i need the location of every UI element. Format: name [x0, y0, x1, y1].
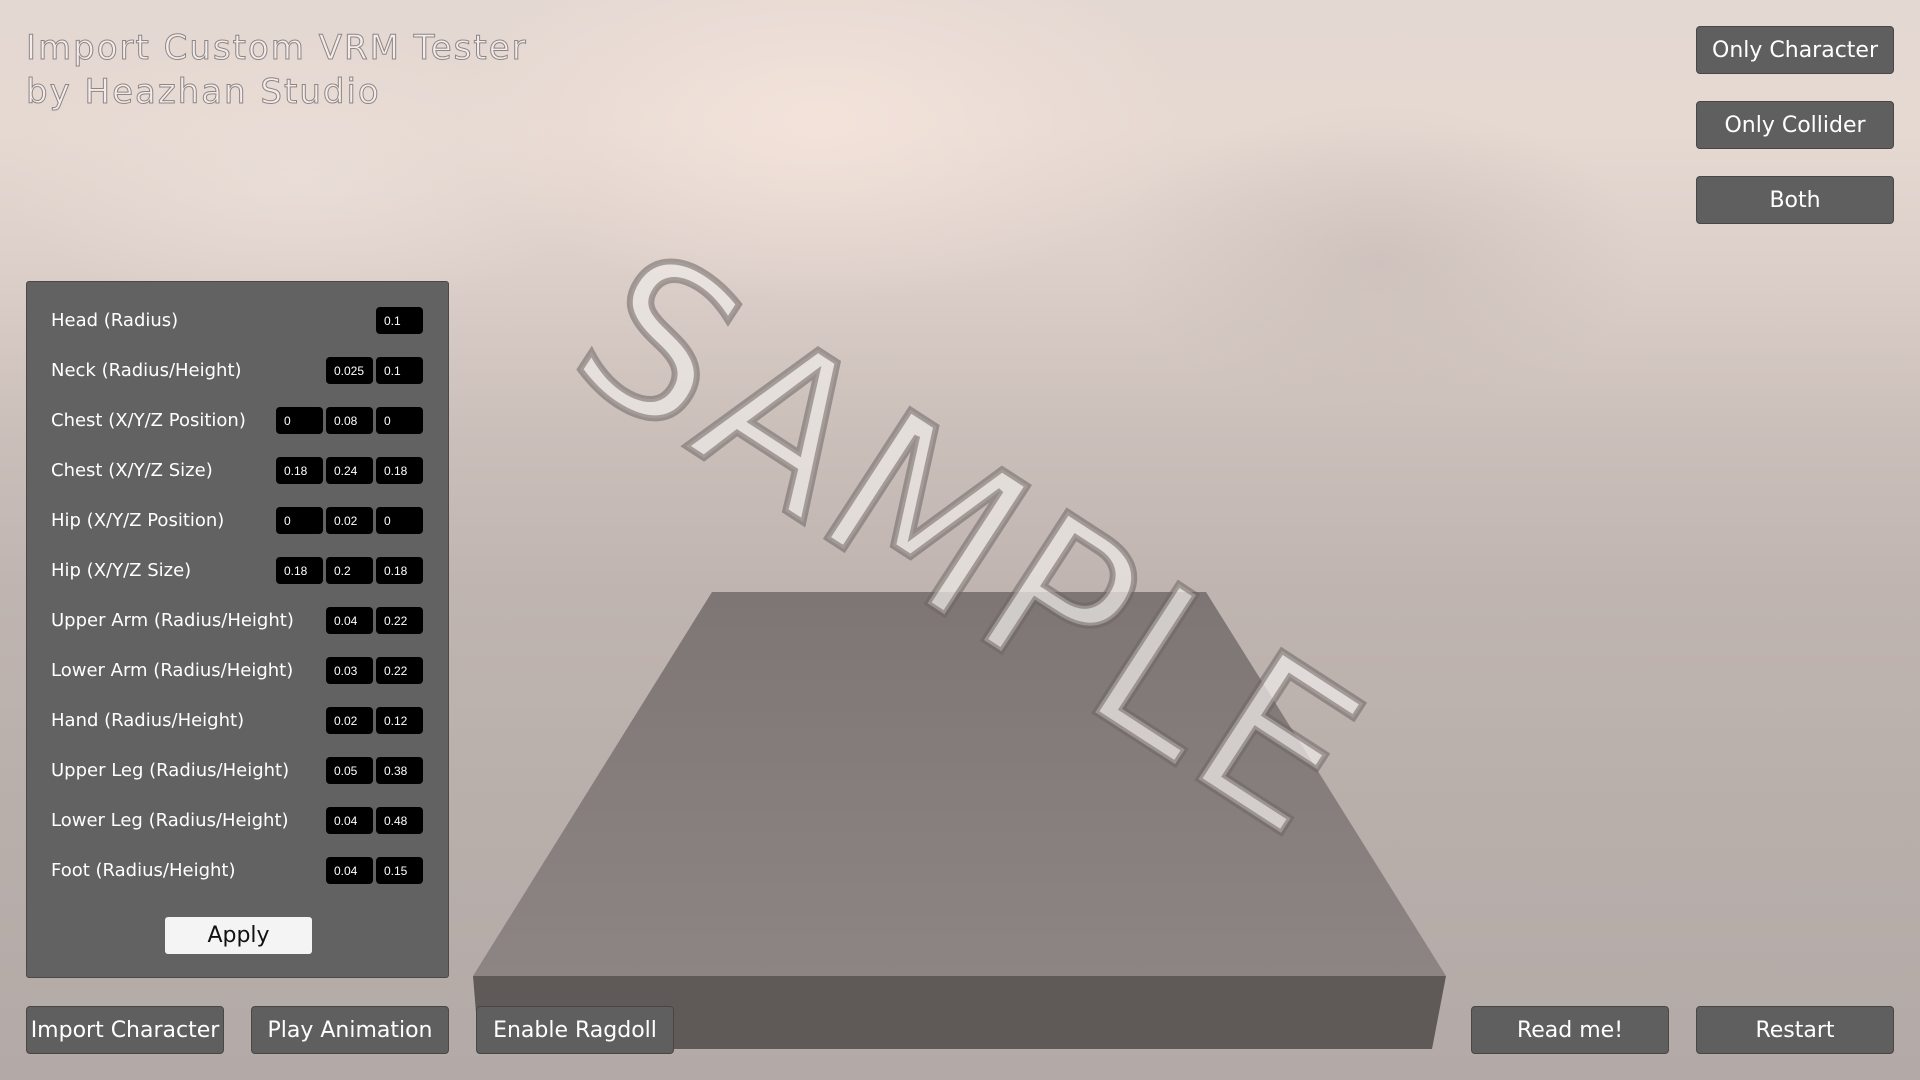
hand-label: Hand (Radius/Height) [51, 710, 245, 731]
neck-label: Neck (Radius/Height) [51, 360, 242, 381]
foot-radius-input[interactable] [326, 857, 373, 884]
chest-size-z-input[interactable] [376, 457, 423, 484]
head-row: Head (Radius) [27, 307, 450, 335]
head-radius-input[interactable] [376, 307, 423, 334]
foot-row: Foot (Radius/Height) [27, 857, 450, 885]
hip-position-row: Hip (X/Y/Z Position) [27, 507, 450, 535]
lower-leg-row: Lower Leg (Radius/Height) [27, 807, 450, 835]
upper-arm-label: Upper Arm (Radius/Height) [51, 610, 294, 631]
hand-radius-input[interactable] [326, 707, 373, 734]
lower-leg-label: Lower Leg (Radius/Height) [51, 810, 289, 831]
neck-height-input[interactable] [376, 357, 423, 384]
hip-size-y-input[interactable] [326, 557, 373, 584]
hip-position-z-input[interactable] [376, 507, 423, 534]
chest-position-y-input[interactable] [326, 407, 373, 434]
chest-position-z-input[interactable] [376, 407, 423, 434]
import-character-button[interactable]: Import Character [26, 1006, 224, 1054]
chest-size-label: Chest (X/Y/Z Size) [51, 460, 213, 481]
enable-ragdoll-button[interactable]: Enable Ragdoll [476, 1006, 674, 1054]
hip-size-row: Hip (X/Y/Z Size) [27, 557, 450, 585]
platform-top-face [473, 592, 1446, 976]
hip-size-x-input[interactable] [276, 557, 323, 584]
hip-position-x-input[interactable] [276, 507, 323, 534]
upper-arm-height-input[interactable] [376, 607, 423, 634]
lower-leg-height-input[interactable] [376, 807, 423, 834]
chest-position-x-input[interactable] [276, 407, 323, 434]
lower-arm-radius-input[interactable] [326, 657, 373, 684]
hip-size-label: Hip (X/Y/Z Size) [51, 560, 192, 581]
upper-leg-row: Upper Leg (Radius/Height) [27, 757, 450, 785]
upper-leg-radius-input[interactable] [326, 757, 373, 784]
collider-settings-panel: Head (Radius) Neck (Radius/Height) Chest… [26, 281, 449, 978]
chest-size-x-input[interactable] [276, 457, 323, 484]
only-character-button[interactable]: Only Character [1696, 26, 1894, 74]
only-collider-button[interactable]: Only Collider [1696, 101, 1894, 149]
play-animation-button[interactable]: Play Animation [251, 1006, 449, 1054]
upper-leg-height-input[interactable] [376, 757, 423, 784]
lower-arm-label: Lower Arm (Radius/Height) [51, 660, 294, 681]
chest-position-row: Chest (X/Y/Z Position) [27, 407, 450, 435]
upper-arm-radius-input[interactable] [326, 607, 373, 634]
head-label: Head (Radius) [51, 310, 179, 331]
neck-radius-input[interactable] [326, 357, 373, 384]
app-title: Import Custom VRM Tester by Heazhan Stud… [26, 26, 528, 114]
chest-size-row: Chest (X/Y/Z Size) [27, 457, 450, 485]
app-title-line2: by Heazhan Studio [26, 72, 381, 113]
lower-arm-height-input[interactable] [376, 657, 423, 684]
hand-row: Hand (Radius/Height) [27, 707, 450, 735]
upper-arm-row: Upper Arm (Radius/Height) [27, 607, 450, 635]
read-me-button[interactable]: Read me! [1471, 1006, 1669, 1054]
hand-height-input[interactable] [376, 707, 423, 734]
restart-button[interactable]: Restart [1696, 1006, 1894, 1054]
foot-label: Foot (Radius/Height) [51, 860, 236, 881]
both-button[interactable]: Both [1696, 176, 1894, 224]
hip-position-label: Hip (X/Y/Z Position) [51, 510, 225, 531]
lower-leg-radius-input[interactable] [326, 807, 373, 834]
foot-height-input[interactable] [376, 857, 423, 884]
apply-button[interactable]: Apply [165, 917, 312, 954]
hip-position-y-input[interactable] [326, 507, 373, 534]
upper-leg-label: Upper Leg (Radius/Height) [51, 760, 290, 781]
chest-size-y-input[interactable] [326, 457, 373, 484]
chest-position-label: Chest (X/Y/Z Position) [51, 410, 246, 431]
hip-size-z-input[interactable] [376, 557, 423, 584]
app-title-line1: Import Custom VRM Tester [26, 28, 528, 69]
neck-row: Neck (Radius/Height) [27, 357, 450, 385]
lower-arm-row: Lower Arm (Radius/Height) [27, 657, 450, 685]
